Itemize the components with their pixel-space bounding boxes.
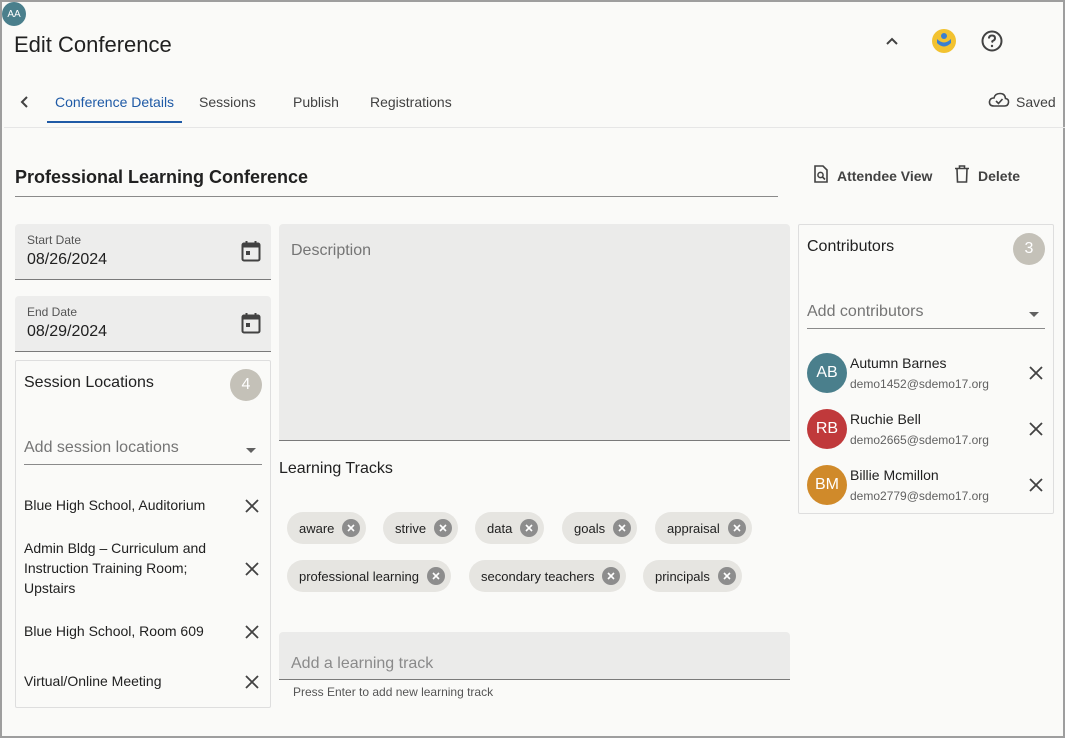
locations-count-badge: 4 xyxy=(230,369,262,401)
brand-logo-icon[interactable] xyxy=(931,28,957,54)
end-date-field[interactable]: End Date 08/29/2024 xyxy=(15,296,271,352)
saved-status: Saved xyxy=(988,92,1056,111)
contributor-email: demo1452@sdemo17.org xyxy=(850,377,989,391)
start-date-field[interactable]: Start Date 08/26/2024 xyxy=(15,224,271,280)
chip-label: secondary teachers xyxy=(481,568,595,584)
document-search-icon xyxy=(813,165,829,186)
remove-chip-close-icon[interactable] xyxy=(426,567,445,585)
chip-label: professional learning xyxy=(299,568,419,584)
remove-location-close-icon[interactable] xyxy=(242,622,262,642)
learning-track-chip: aware xyxy=(287,512,367,544)
active-tab-indicator xyxy=(47,121,182,123)
remove-location-close-icon[interactable] xyxy=(242,672,262,692)
learning-track-chip: secondary teachers xyxy=(469,560,627,592)
trash-icon xyxy=(954,165,970,186)
learning-track-chip: appraisal xyxy=(655,512,752,544)
contributor-name: Billie Mcmillon xyxy=(850,467,939,483)
user-avatar[interactable]: AA xyxy=(2,2,26,26)
remove-chip-close-icon[interactable] xyxy=(613,519,632,537)
chip-label: principals xyxy=(655,568,710,584)
tab-sessions[interactable]: Sessions xyxy=(199,94,256,110)
start-date-value: 08/26/2024 xyxy=(27,251,108,268)
chip-label: appraisal xyxy=(667,520,720,536)
collapse-chevron-up-icon[interactable] xyxy=(879,28,905,54)
contributor-row: RB Ruchie Bell demo2665@sdemo17.org xyxy=(807,409,1047,451)
add-learning-track-placeholder: Add a learning track xyxy=(291,655,434,672)
dropdown-caret-icon xyxy=(246,448,256,453)
attendee-view-label: Attendee View xyxy=(837,167,933,184)
attendee-view-button[interactable]: Attendee View xyxy=(813,165,932,186)
chip-label: goals xyxy=(574,520,606,536)
calendar-icon[interactable] xyxy=(241,312,261,339)
session-locations-title: Session Locations xyxy=(24,374,154,391)
chip-label: aware xyxy=(299,520,335,536)
remove-contributor-close-icon[interactable] xyxy=(1026,419,1046,439)
add-contributors-placeholder: Add contributors xyxy=(807,303,924,320)
saved-label: Saved xyxy=(1016,93,1056,110)
location-item: Blue High School, Auditorium xyxy=(24,497,206,513)
delete-label: Delete xyxy=(978,167,1021,184)
location-item: Blue High School, Room 609 xyxy=(24,623,204,639)
tab-conference-details[interactable]: Conference Details xyxy=(55,94,174,110)
description-placeholder: Description xyxy=(291,242,372,259)
page-title: Edit Conference xyxy=(14,32,172,57)
end-date-value: 08/29/2024 xyxy=(27,323,108,340)
start-date-label: Start Date xyxy=(27,233,82,247)
tab-registrations[interactable]: Registrations xyxy=(370,94,452,110)
learning-track-chip: principals xyxy=(643,560,742,592)
avatar: BM xyxy=(807,465,847,505)
remove-contributor-close-icon[interactable] xyxy=(1026,475,1046,495)
conference-title-input[interactable]: Professional Learning Conference xyxy=(15,167,308,188)
contributors-card: Contributors 3 Add contributors AB Autum… xyxy=(798,224,1054,514)
remove-chip-close-icon[interactable] xyxy=(602,567,621,585)
contributor-row: BM Billie Mcmillon demo2779@sdemo17.org xyxy=(807,465,1047,507)
remove-chip-close-icon[interactable] xyxy=(727,519,746,537)
chip-label: strive xyxy=(395,520,427,536)
learning-tracks-label: Learning Tracks xyxy=(279,460,393,477)
contributor-name: Autumn Barnes xyxy=(850,355,947,371)
contributor-name: Ruchie Bell xyxy=(850,411,921,427)
chip-label: data xyxy=(487,520,513,536)
app-window: Edit Conference AA Conference Details Se… xyxy=(0,0,1065,738)
delete-button[interactable]: Delete xyxy=(954,165,1020,186)
avatar: AB xyxy=(807,353,847,393)
remove-chip-close-icon[interactable] xyxy=(342,519,361,537)
contributor-email: demo2779@sdemo17.org xyxy=(850,489,989,503)
learning-track-chip: data xyxy=(475,512,545,544)
dropdown-caret-icon xyxy=(1029,312,1039,317)
add-session-locations-placeholder: Add session locations xyxy=(24,439,179,456)
description-textarea[interactable]: Description xyxy=(279,224,790,441)
remove-contributor-close-icon[interactable] xyxy=(1026,363,1046,383)
session-locations-card: Session Locations 4 Add session location… xyxy=(15,360,271,708)
learning-track-hint: Press Enter to add new learning track xyxy=(293,685,494,699)
calendar-icon[interactable] xyxy=(241,240,261,267)
remove-location-close-icon[interactable] xyxy=(242,559,262,579)
remove-location-close-icon[interactable] xyxy=(242,496,262,516)
tabs-divider xyxy=(4,127,1065,128)
contributor-row: AB Autumn Barnes demo1452@sdemo17.org xyxy=(807,353,1047,395)
cloud-check-icon xyxy=(988,92,1010,111)
learning-track-chip: goals xyxy=(562,512,638,544)
remove-chip-close-icon[interactable] xyxy=(520,519,539,537)
end-date-label: End Date xyxy=(27,305,78,319)
learning-track-chip: professional learning xyxy=(287,560,451,592)
remove-chip-close-icon[interactable] xyxy=(434,519,453,537)
contributors-count-badge: 3 xyxy=(1013,233,1045,265)
add-learning-track-input[interactable]: Add a learning track xyxy=(279,632,790,680)
add-contributors-select[interactable]: Add contributors xyxy=(807,299,1045,329)
add-session-locations-select[interactable]: Add session locations xyxy=(24,435,262,465)
tab-publish[interactable]: Publish xyxy=(293,94,339,110)
remove-chip-close-icon[interactable] xyxy=(717,567,736,585)
contributors-title: Contributors xyxy=(807,238,895,255)
title-underline xyxy=(15,196,778,197)
avatar: RB xyxy=(807,409,847,449)
location-item: Virtual/Online Meeting xyxy=(24,673,162,689)
help-icon[interactable] xyxy=(979,28,1005,54)
learning-track-chip: strive xyxy=(383,512,459,544)
back-chevron-left-icon[interactable] xyxy=(14,92,34,112)
contributor-email: demo2665@sdemo17.org xyxy=(850,433,989,447)
location-item: Admin Bldg – Curriculum and Instruction … xyxy=(24,540,207,596)
